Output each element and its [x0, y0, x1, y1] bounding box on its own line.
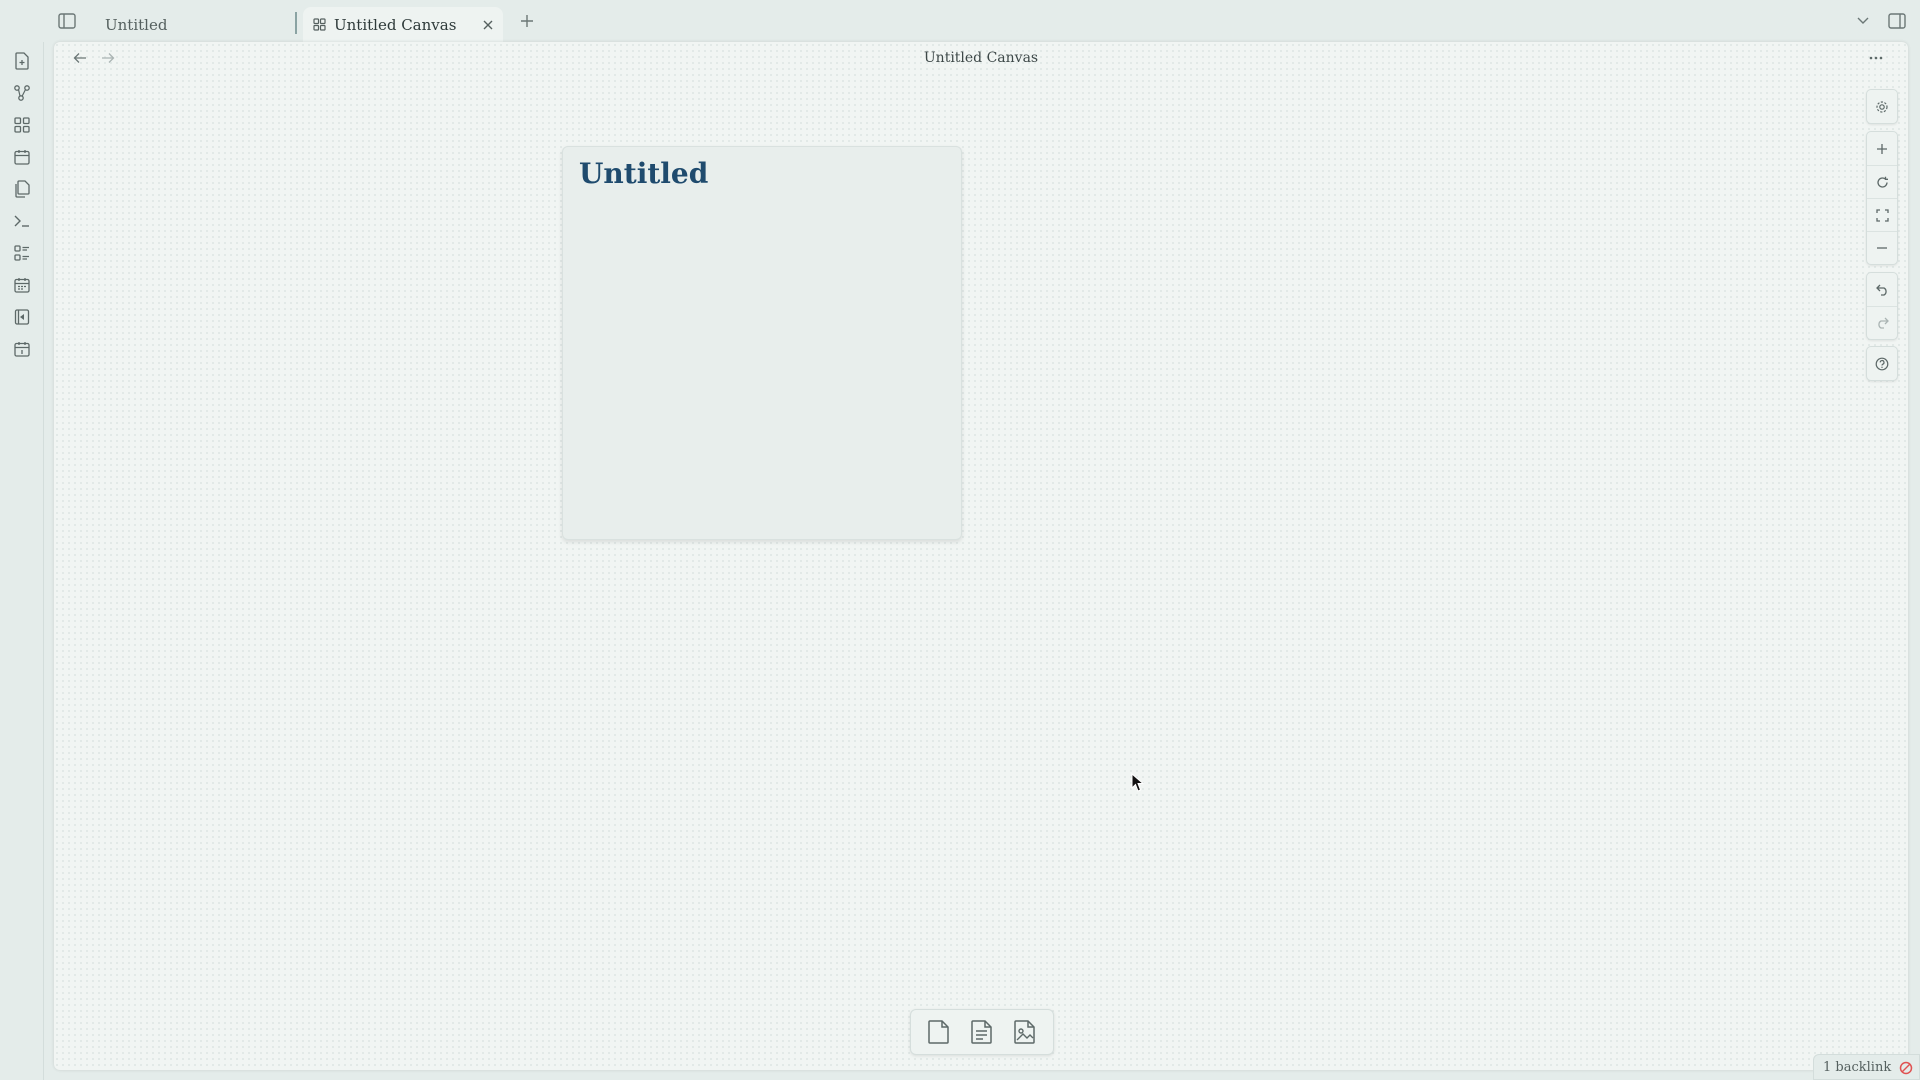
card-menu — [910, 1009, 1054, 1055]
outline-icon — [14, 245, 29, 261]
slides-button[interactable] — [11, 306, 33, 328]
sidebar-right-icon — [1888, 13, 1906, 29]
slides-icon — [14, 309, 30, 325]
graph-view-button[interactable] — [11, 82, 33, 104]
graph-icon — [14, 85, 30, 101]
calendar-icon — [14, 278, 30, 293]
tab-bar: Untitled Untitled Canvas — [0, 0, 1920, 42]
calendar-button[interactable] — [11, 274, 33, 296]
help-icon — [1875, 357, 1889, 370]
redo-button[interactable] — [1867, 306, 1897, 339]
history-group — [1866, 272, 1898, 340]
zoom-to-fit-icon — [1875, 208, 1889, 222]
tab-label: Untitled — [105, 15, 168, 34]
canvas-card[interactable]: Untitled — [562, 146, 962, 540]
zoom-group — [1866, 131, 1898, 265]
left-sidebar-toggle[interactable] — [57, 11, 77, 31]
right-sidebar-toggle[interactable] — [1887, 11, 1907, 31]
canvas-icon — [313, 18, 326, 31]
view-title[interactable]: Untitled Canvas — [54, 50, 1908, 66]
templates-button[interactable] — [11, 178, 33, 200]
sync-status-icon[interactable] — [1899, 1061, 1913, 1075]
more-options-button[interactable] — [1866, 48, 1886, 68]
add-media-icon — [1014, 1020, 1036, 1044]
add-card-icon — [927, 1020, 949, 1044]
status-bar: 1 backlink — [1813, 1054, 1920, 1080]
close-tab-button[interactable] — [479, 16, 497, 34]
zoom-in-icon — [1877, 143, 1887, 154]
canvas-view[interactable]: Untitled Canvas Untitled — [54, 42, 1908, 1070]
backlink-count[interactable]: 1 backlink — [1823, 1060, 1891, 1075]
zoom-out-button[interactable] — [1867, 231, 1897, 264]
card-heading: Untitled — [579, 157, 709, 190]
canvas-button[interactable] — [11, 114, 33, 136]
daily-note-button[interactable] — [11, 146, 33, 168]
app-window: Untitled Untitled Canvas Untitled Canvas… — [0, 0, 1920, 1080]
tab-untitled-canvas[interactable]: Untitled Canvas — [303, 7, 503, 42]
settings-icon — [1876, 100, 1888, 113]
today-icon — [14, 342, 30, 357]
daily-note-icon — [14, 150, 30, 165]
today-button[interactable] — [11, 338, 33, 360]
new-note-button[interactable] — [11, 50, 33, 72]
canvas-settings-button[interactable] — [1867, 90, 1897, 123]
plus-icon — [521, 15, 533, 27]
templates-icon — [15, 180, 30, 198]
mouse-pointer-icon — [1131, 773, 1145, 793]
command-palette-icon — [14, 215, 29, 227]
chevron-down-icon — [1857, 17, 1869, 24]
undo-button[interactable] — [1867, 273, 1897, 306]
zoom-to-fit-button[interactable] — [1867, 198, 1897, 231]
reset-zoom-button[interactable] — [1867, 165, 1897, 198]
add-card-button[interactable] — [922, 1015, 956, 1049]
new-note-icon — [15, 52, 29, 70]
help-button[interactable] — [1867, 347, 1897, 380]
add-media-button[interactable] — [1008, 1015, 1042, 1049]
undo-icon — [1875, 284, 1887, 296]
ribbon — [0, 42, 44, 1080]
close-icon — [483, 20, 493, 30]
view-header: Untitled Canvas — [54, 42, 1908, 74]
add-note-button[interactable] — [965, 1015, 999, 1049]
command-palette-button[interactable] — [11, 210, 33, 232]
new-tab-button[interactable] — [517, 11, 537, 31]
more-horizontal-icon — [1869, 56, 1883, 60]
tab-untitled[interactable]: Untitled — [90, 7, 295, 42]
add-note-icon — [971, 1020, 992, 1044]
zoom-out-icon — [1877, 247, 1887, 249]
settings-group — [1866, 89, 1898, 124]
tab-divider — [295, 12, 297, 34]
zoom-in-button[interactable] — [1867, 132, 1897, 165]
outline-button[interactable] — [11, 242, 33, 264]
help-group — [1866, 346, 1898, 381]
sidebar-left-icon — [58, 13, 76, 29]
canvas-icon — [14, 117, 30, 133]
reset-zoom-icon — [1876, 176, 1888, 188]
tab-label: Untitled Canvas — [334, 15, 457, 34]
tab-list-button[interactable] — [1853, 11, 1873, 31]
redo-icon — [1877, 317, 1889, 329]
